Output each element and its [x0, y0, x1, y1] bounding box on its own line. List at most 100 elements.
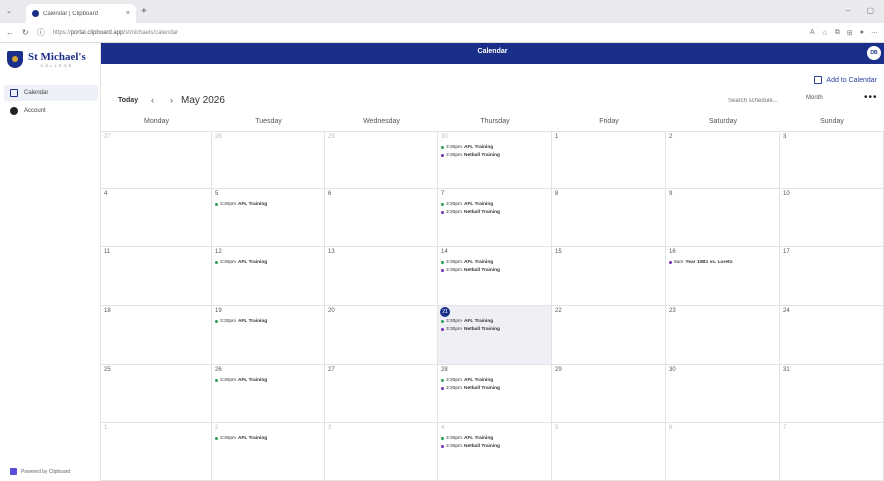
- event-title: Netball Training: [464, 386, 500, 391]
- today-button[interactable]: Today: [118, 97, 138, 104]
- tab-close-icon[interactable]: ×: [126, 10, 130, 17]
- next-month-button[interactable]: ›: [170, 95, 173, 105]
- date-number: 29: [555, 367, 562, 373]
- day-cell[interactable]: 27: [101, 132, 212, 189]
- day-cell[interactable]: 6: [325, 189, 438, 247]
- browser-tab[interactable]: Calendar | Clipboard ×: [26, 4, 136, 23]
- date-number: 27: [104, 134, 111, 140]
- day-cell[interactable]: 25: [101, 365, 212, 423]
- event-item[interactable]: 3:30pm AFL Training: [441, 145, 493, 150]
- account-icon: [10, 107, 18, 115]
- day-cell[interactable]: 9: [666, 189, 780, 247]
- browser-more-icon[interactable]: ⋯: [871, 29, 878, 37]
- add-to-calendar-button[interactable]: Add to Calendar: [814, 76, 877, 84]
- day-cell[interactable]: 28 3:30pm AFL Training 3:30pm Netball Traini…: [438, 365, 552, 423]
- day-cell[interactable]: 8: [552, 189, 666, 247]
- day-cell[interactable]: 29: [325, 132, 438, 189]
- event-title: AFL Training: [464, 378, 494, 383]
- collections-icon[interactable]: ⊞: [847, 29, 853, 37]
- event-item[interactable]: 3:30pm AFL Training: [215, 319, 267, 324]
- more-options-icon[interactable]: •••: [864, 92, 878, 103]
- event-item[interactable]: 3:30pm Netball Training: [441, 386, 500, 391]
- day-cell[interactable]: 6: [666, 423, 780, 481]
- day-cell[interactable]: 29: [552, 365, 666, 423]
- sidebar: St Michael's COLLEGE Calendar Account Po…: [0, 43, 101, 481]
- read-aloud-icon[interactable]: A: [810, 29, 815, 37]
- day-cell[interactable]: 3: [325, 423, 438, 481]
- day-cell[interactable]: 21 3:30pm AFL Training 3:30pm Netball Traini…: [438, 306, 552, 365]
- day-cell[interactable]: 7 3:30pm AFL Training 3:30pm Netball Trainin…: [438, 189, 552, 247]
- day-cell[interactable]: 1: [101, 423, 212, 481]
- view-select[interactable]: Month: [806, 95, 823, 101]
- event-item[interactable]: 3:30pm Netball Training: [441, 327, 500, 332]
- event-item[interactable]: 3:30pm Netball Training: [441, 444, 500, 449]
- event-item[interactable]: 3:30pm AFL Training: [441, 436, 493, 441]
- weekday-header: Monday: [101, 112, 212, 132]
- event-item[interactable]: 9am Year 10B1 vs. Loreto: [669, 260, 733, 265]
- event-item[interactable]: 3:30pm AFL Training: [441, 319, 493, 324]
- back-icon[interactable]: ←: [6, 28, 14, 37]
- day-cell[interactable]: 26 3:30pm AFL Training: [212, 365, 325, 423]
- day-cell[interactable]: 30: [666, 365, 780, 423]
- date-number: 10: [783, 191, 790, 197]
- day-cell[interactable]: 13: [325, 247, 438, 306]
- profile-icon[interactable]: ●: [860, 29, 864, 37]
- day-cell[interactable]: 11: [101, 247, 212, 306]
- sidebar-item-account[interactable]: Account: [10, 107, 46, 115]
- event-item[interactable]: 3:30pm Netball Training: [441, 268, 500, 273]
- reload-icon[interactable]: ↻: [22, 28, 29, 37]
- event-item[interactable]: 3:30pm AFL Training: [441, 378, 493, 383]
- extensions-icon[interactable]: ⧉: [835, 29, 840, 37]
- day-cell[interactable]: 22: [552, 306, 666, 365]
- date-number: 3: [328, 425, 332, 431]
- tab-title: Calendar | Clipboard: [43, 10, 98, 17]
- event-item[interactable]: 3:30pm Netball Training: [441, 210, 500, 215]
- day-cell[interactable]: 23: [666, 306, 780, 365]
- day-cell[interactable]: 18: [101, 306, 212, 365]
- minimize-icon[interactable]: –: [846, 6, 850, 15]
- sidebar-item-calendar[interactable]: Calendar: [4, 85, 98, 101]
- day-cell[interactable]: 30 3:30pm AFL Training 3:30pm Netball Traini…: [438, 132, 552, 189]
- day-cell[interactable]: 2 3:30pm AFL Training: [212, 423, 325, 481]
- day-cell[interactable]: 19 3:30pm AFL Training: [212, 306, 325, 365]
- event-item[interactable]: 3:30pm AFL Training: [215, 436, 267, 441]
- day-cell[interactable]: 3: [780, 132, 884, 189]
- event-item[interactable]: 3:30pm AFL Training: [215, 378, 267, 383]
- url-field[interactable]: https://portal.clipboard.app/stmichaels/…: [53, 30, 802, 36]
- event-item[interactable]: 3:30pm AFL Training: [215, 202, 267, 207]
- event-item[interactable]: 3:30pm AFL Training: [441, 260, 493, 265]
- event-item[interactable]: 3:30pm Netball Training: [441, 153, 500, 158]
- day-cell[interactable]: 7: [780, 423, 884, 481]
- day-cell[interactable]: 27: [325, 365, 438, 423]
- school-logo[interactable]: St Michael's COLLEGE: [7, 51, 86, 68]
- day-cell[interactable]: 1: [552, 132, 666, 189]
- day-cell[interactable]: 14 3:30pm AFL Training 3:30pm Netball Traini…: [438, 247, 552, 306]
- search-input[interactable]: [728, 95, 796, 107]
- date-number: 11: [104, 249, 111, 255]
- site-info-icon[interactable]: ⓘ: [37, 27, 45, 38]
- maximize-icon[interactable]: ▢: [866, 6, 874, 15]
- favorite-icon[interactable]: ☆: [822, 29, 828, 37]
- day-cell[interactable]: 16 9am Year 10B1 vs. Loreto: [666, 247, 780, 306]
- event-item[interactable]: 3:30pm AFL Training: [215, 260, 267, 265]
- day-cell[interactable]: 20: [325, 306, 438, 365]
- day-cell[interactable]: 10: [780, 189, 884, 247]
- prev-month-button[interactable]: ‹: [151, 95, 154, 105]
- day-cell[interactable]: 15: [552, 247, 666, 306]
- event-time: 3:30pm: [220, 202, 236, 207]
- day-cell[interactable]: 12 3:30pm AFL Training: [212, 247, 325, 306]
- day-cell[interactable]: 31: [780, 365, 884, 423]
- day-cell[interactable]: 24: [780, 306, 884, 365]
- day-cell[interactable]: 4 3:30pm AFL Training 3:30pm Netball Trainin…: [438, 423, 552, 481]
- day-cell[interactable]: 5 3:30pm AFL Training: [212, 189, 325, 247]
- new-tab-button[interactable]: +: [141, 6, 147, 17]
- event-item[interactable]: 3:30pm AFL Training: [441, 202, 493, 207]
- powered-by[interactable]: Powered by Clipboard: [10, 468, 70, 475]
- day-cell[interactable]: 17: [780, 247, 884, 306]
- tab-search-icon[interactable]: ⌄: [6, 7, 12, 15]
- day-cell[interactable]: 2: [666, 132, 780, 189]
- day-cell[interactable]: 4: [101, 189, 212, 247]
- avatar[interactable]: DB: [867, 46, 881, 60]
- day-cell[interactable]: 28: [212, 132, 325, 189]
- day-cell[interactable]: 5: [552, 423, 666, 481]
